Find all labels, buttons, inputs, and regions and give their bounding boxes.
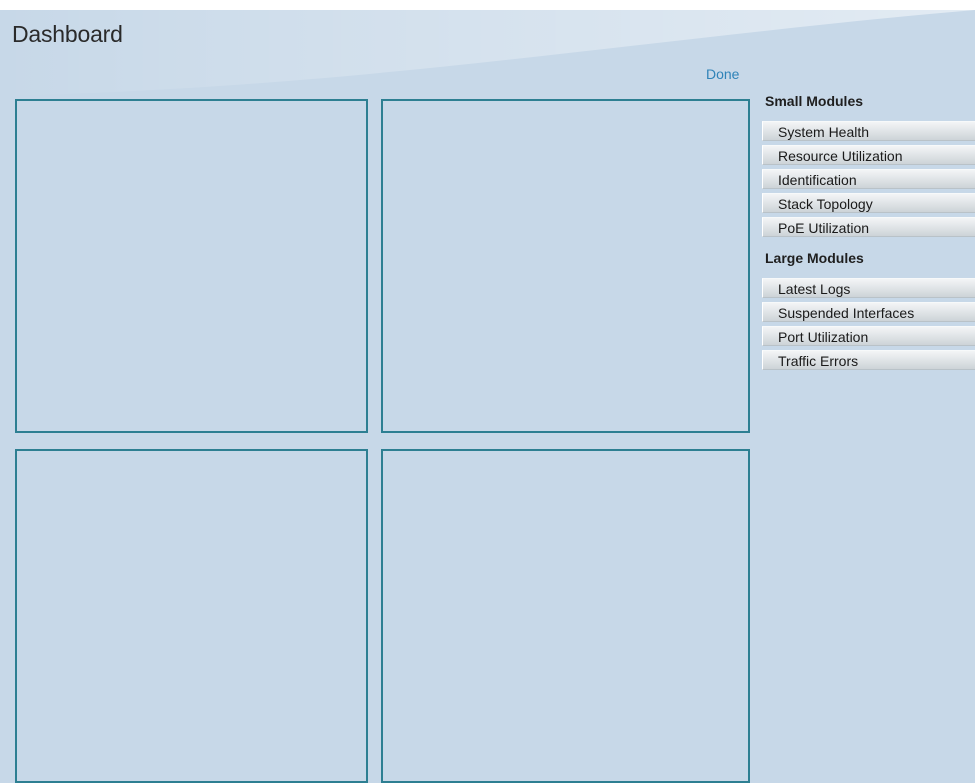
module-poe-utilization[interactable]: PoE Utilization [762,217,975,237]
header-sheen-decoration [0,10,975,96]
module-slot-bottom-right[interactable] [381,449,750,783]
small-modules-heading: Small Modules [765,93,864,109]
module-identification[interactable]: Identification [762,169,975,189]
module-traffic-errors[interactable]: Traffic Errors [762,350,975,370]
module-latest-logs[interactable]: Latest Logs [762,278,975,298]
module-slot-top-left[interactable] [15,99,368,433]
module-palette: Small Modules System Health Resource Uti… [762,92,975,374]
large-modules-list: Latest Logs Suspended Interfaces Port Ut… [762,278,975,370]
done-link[interactable]: Done [706,66,739,82]
page-title: Dashboard [12,21,123,47]
module-slot-top-right[interactable] [381,99,750,433]
module-port-utilization[interactable]: Port Utilization [762,326,975,346]
small-modules-list: System Health Resource Utilization Ident… [762,121,975,237]
module-slot-bottom-left[interactable] [15,449,368,783]
module-stack-topology[interactable]: Stack Topology [762,193,975,213]
large-modules-heading: Large Modules [765,250,864,266]
module-resource-utilization[interactable]: Resource Utilization [762,145,975,165]
module-system-health[interactable]: System Health [762,121,975,141]
module-suspended-interfaces[interactable]: Suspended Interfaces [762,302,975,322]
dashboard-page: Dashboard Done Small Modules System Heal… [0,10,975,783]
